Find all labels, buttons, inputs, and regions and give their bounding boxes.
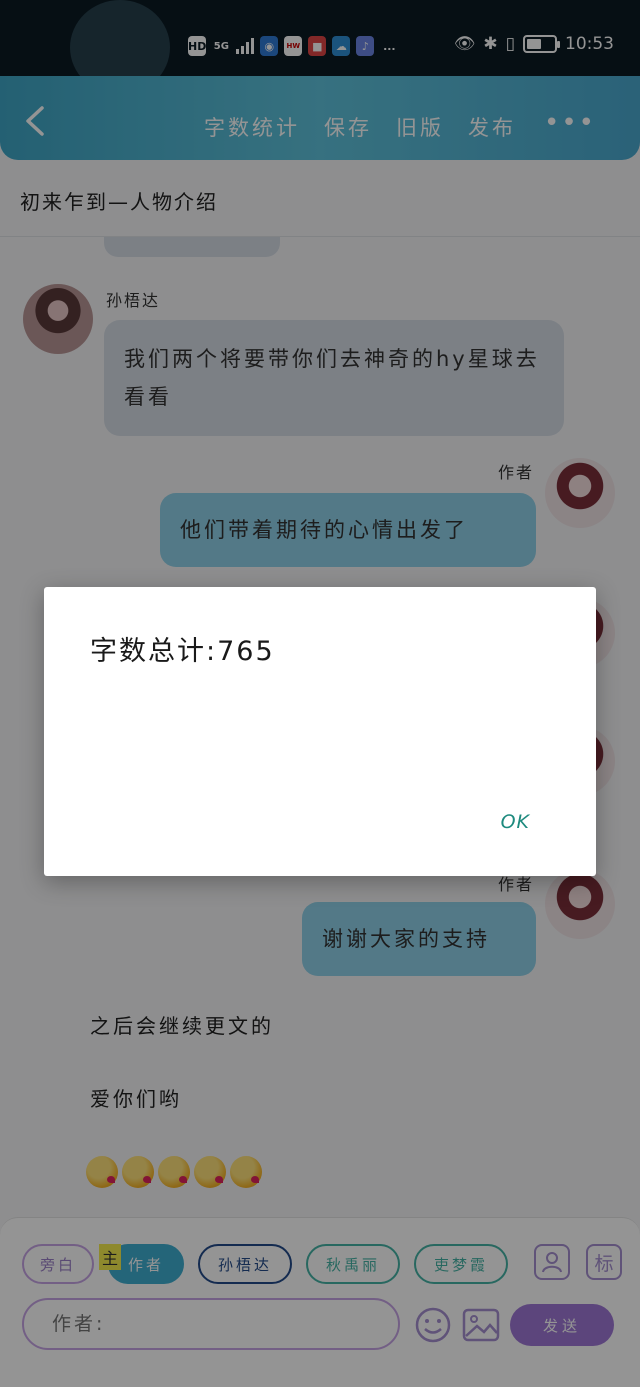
dialog-message: 字数总计:765 [90,636,275,667]
ok-button[interactable]: OK [501,811,530,833]
word-count-dialog: 字数总计:765 OK [44,587,596,876]
